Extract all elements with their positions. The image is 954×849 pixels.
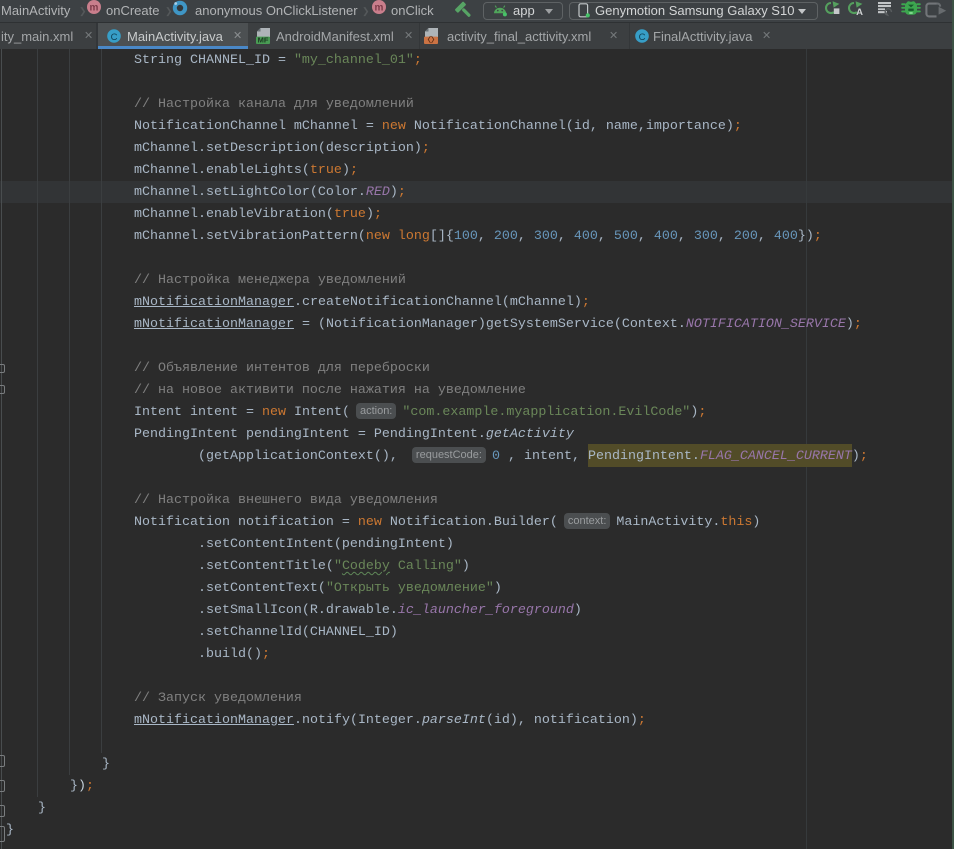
svg-text:m: m	[375, 3, 384, 14]
svg-text:MF: MF	[258, 36, 269, 44]
svg-text:A: A	[856, 7, 863, 18]
svg-text:C: C	[639, 32, 646, 43]
svg-text:m: m	[90, 3, 99, 14]
svg-text:C: C	[111, 32, 118, 43]
svg-text:〈〉: 〈〉	[424, 35, 438, 44]
